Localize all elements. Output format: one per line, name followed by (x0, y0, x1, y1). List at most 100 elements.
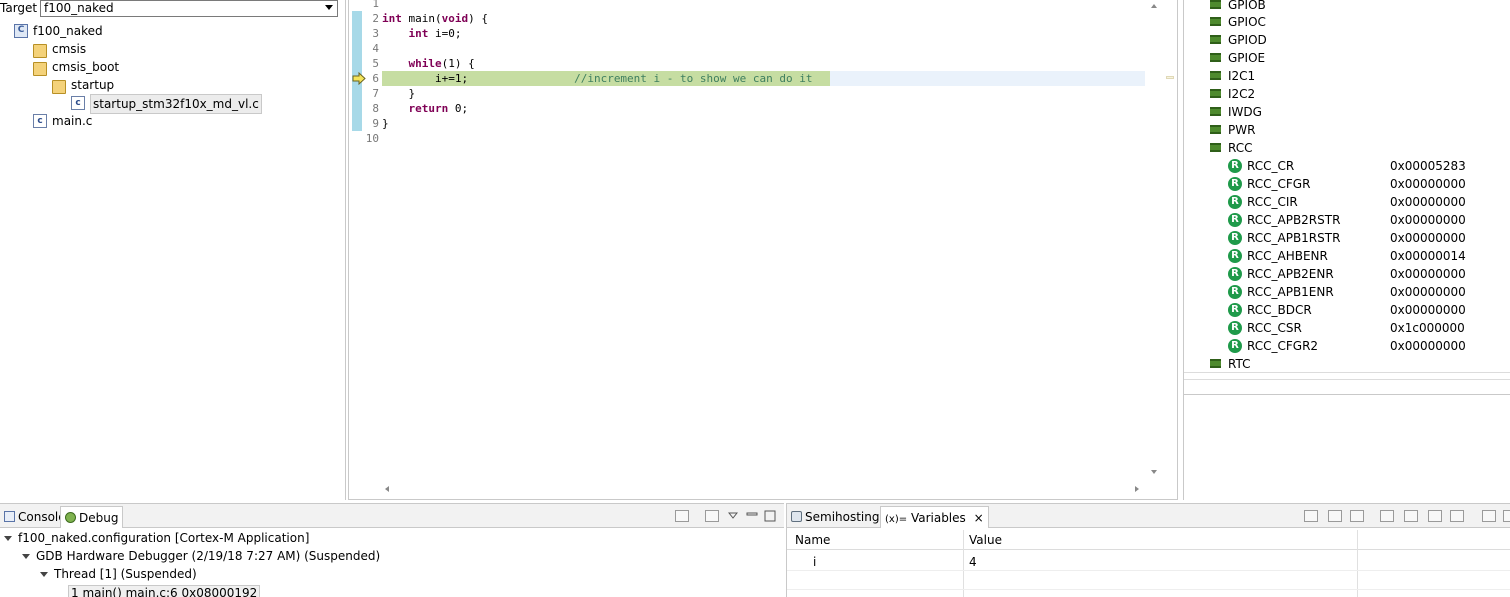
expand-triangle-icon (22, 554, 30, 559)
tab-semihosting[interactable]: Semihosting (787, 506, 883, 528)
tab-debug[interactable]: Debug (60, 506, 124, 528)
line-number: 3 (372, 27, 379, 40)
register-name: RCC_APB1RSTR (1247, 231, 1341, 245)
peripheral-row[interactable]: IWDG (1184, 103, 1510, 121)
debug-thread-row[interactable]: Thread [1] (Suspended) (40, 565, 197, 583)
chip-icon (1210, 143, 1221, 152)
register-row[interactable]: R RCC_APB1ENR 0x00000000 (1184, 283, 1510, 301)
register-value: 0x00000000 (1390, 267, 1466, 281)
target-select-value: f100_naked (44, 1, 114, 15)
chip-icon (1210, 71, 1221, 80)
line-number: 1 (372, 0, 379, 10)
target-select[interactable]: f100_naked (40, 0, 338, 17)
tree-item-label: startup (71, 78, 115, 92)
register-icon: R (1228, 321, 1242, 335)
collapse-icon[interactable] (1304, 510, 1318, 522)
peripheral-row[interactable]: PWR (1184, 121, 1510, 139)
new-view-icon[interactable] (1482, 510, 1496, 522)
code-text: 0; (448, 102, 469, 115)
register-value: 0x00000000 (1390, 231, 1466, 245)
maximize-icon[interactable] (764, 510, 776, 522)
register-row[interactable]: R RCC_APB1RSTR 0x00000000 (1184, 229, 1510, 247)
register-row[interactable]: R RCC_AHBENR 0x00000014 (1184, 247, 1510, 265)
register-value: 0x00000000 (1390, 339, 1466, 353)
register-name: RCC_CFGR2 (1247, 339, 1319, 353)
show-type-names-icon[interactable] (1328, 510, 1342, 522)
peripheral-row[interactable]: RCC (1184, 139, 1510, 157)
column-header-value[interactable]: Value (969, 533, 1002, 547)
peripheral-row[interactable]: GPIOB (1184, 0, 1510, 14)
refresh-icon[interactable] (1380, 510, 1394, 522)
peripheral-row[interactable]: GPIOC (1184, 13, 1510, 31)
register-value: 0x00000000 (1390, 285, 1466, 299)
project-icon: C (14, 24, 28, 38)
register-row[interactable]: R RCC_CFGR 0x00000000 (1184, 175, 1510, 193)
register-row[interactable]: R RCC_CR 0x00005283 (1184, 157, 1510, 175)
chip-icon (1210, 53, 1221, 62)
register-icon: R (1228, 249, 1242, 263)
register-name: RCC_CIR (1247, 195, 1298, 209)
remove-icon[interactable] (1428, 510, 1442, 522)
minimize-icon[interactable] (746, 510, 758, 522)
register-name: RCC_APB2RSTR (1247, 213, 1341, 227)
tree-item-label: f100_naked (33, 24, 103, 38)
peripheral-row[interactable]: I2C2 (1184, 85, 1510, 103)
close-icon[interactable]: × (974, 511, 984, 525)
peripheral-row[interactable]: GPIOD (1184, 31, 1510, 49)
register-icon: R (1228, 177, 1242, 191)
register-icon: R (1228, 195, 1242, 209)
register-row[interactable]: R RCC_CIR 0x00000000 (1184, 193, 1510, 211)
debug-view: Console Debug f100_naked.configuration [… (0, 503, 784, 597)
register-row[interactable]: R RCC_APB2ENR 0x00000000 (1184, 265, 1510, 283)
debug-launch-row[interactable]: f100_naked.configuration [Cortex-M Appli… (4, 529, 309, 547)
peripheral-row[interactable]: I2C1 (1184, 67, 1510, 85)
peripheral-label: I2C2 (1228, 87, 1256, 101)
code-line-3: int i=0; (382, 26, 462, 41)
peripheral-label: GPIOD (1228, 33, 1267, 47)
column-header-name[interactable]: Name (795, 533, 830, 547)
peripheral-row[interactable]: GPIOE (1184, 49, 1510, 67)
tab-label: Console (18, 510, 66, 524)
register-value: 0x00000000 (1390, 213, 1466, 227)
chip-icon (1210, 359, 1221, 368)
debug-debugger-row[interactable]: GDB Hardware Debugger (2/19/18 7:27 AM) … (22, 547, 380, 565)
connect-icon[interactable] (705, 510, 719, 522)
code-editor[interactable]: 1 2 3 4 5 6 7 8 9 10 int main(void) { in… (348, 0, 1178, 500)
register-name: RCC_CSR (1247, 321, 1302, 335)
register-row[interactable]: R RCC_APB2RSTR 0x00000000 (1184, 211, 1510, 229)
variables-icon: (x)= (885, 514, 908, 525)
register-value: 0x00005283 (1390, 159, 1466, 173)
register-name: RCC_CFGR (1247, 177, 1311, 191)
remove-all-icon[interactable] (1450, 510, 1464, 522)
bug-icon (65, 512, 76, 523)
view-menu-icon[interactable] (1503, 510, 1510, 522)
peripheral-row[interactable]: RTC (1184, 355, 1510, 373)
chip-icon (1210, 0, 1221, 9)
scroll-arrows-icon (1151, 4, 1157, 474)
debug-stack-frame-row[interactable]: 1 main() main.c:6 0x08000192 (68, 584, 261, 597)
overview-ruler-marker[interactable] (1166, 76, 1174, 79)
register-name: RCC_BDCR (1247, 303, 1312, 317)
horizontal-scrollbar[interactable] (379, 482, 1149, 496)
peripheral-label: RCC (1228, 141, 1253, 155)
debug-row-label: 1 main() main.c:6 0x08000192 (68, 585, 261, 597)
tree-item-label: main.c (52, 114, 93, 128)
register-row[interactable]: R RCC_CSR 0x1c000000 (1184, 319, 1510, 337)
register-value: 0x00000014 (1390, 249, 1466, 263)
vertical-scrollbar[interactable] (1147, 0, 1161, 483)
link-icon[interactable] (1404, 510, 1418, 522)
peripheral-label: IWDG (1228, 105, 1262, 119)
register-row[interactable]: R RCC_BDCR 0x00000000 (1184, 301, 1510, 319)
divider (1184, 394, 1510, 395)
register-row[interactable]: R RCC_CFGR2 0x00000000 (1184, 337, 1510, 355)
line-number: 6 (372, 72, 379, 85)
c-file-icon: c (33, 114, 47, 128)
show-logical-structure-icon[interactable] (1350, 510, 1364, 522)
debug-tabbar: Console Debug (0, 504, 784, 528)
table-row[interactable]: i 4 (787, 553, 1510, 571)
view-menu-icon[interactable] (728, 512, 738, 520)
chip-icon (1210, 35, 1221, 44)
peripheral-label: GPIOB (1228, 0, 1266, 12)
tab-variables[interactable]: (x)= Variables × (880, 506, 989, 528)
remove-terminated-icon[interactable] (675, 510, 689, 522)
